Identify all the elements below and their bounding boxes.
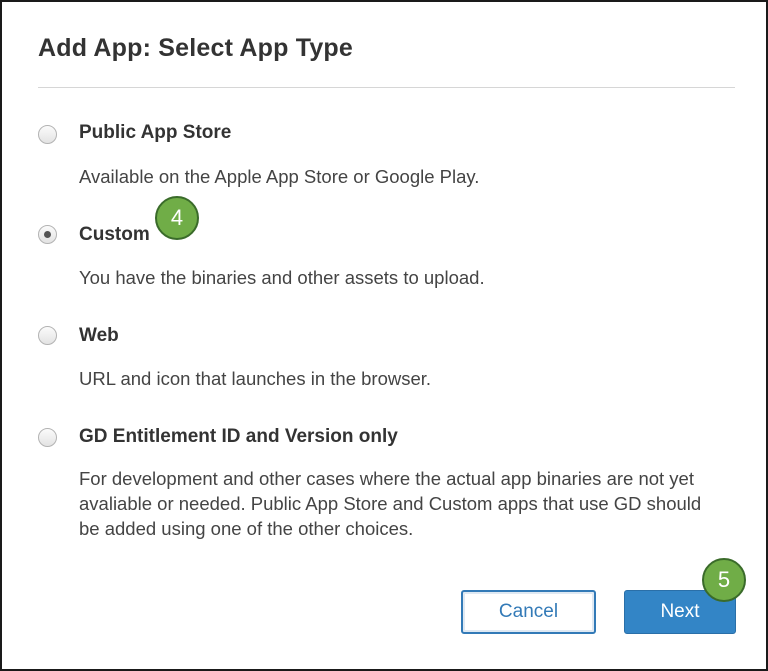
option-description: Available on the Apple App Store or Goog… <box>79 166 480 187</box>
cancel-button[interactable]: Cancel <box>461 590 596 634</box>
dialog-title: Add App: Select App Type <box>38 34 353 62</box>
radio-gd-entitlement[interactable] <box>38 428 57 447</box>
option-description: You have the binaries and other assets t… <box>79 267 485 288</box>
radio-web[interactable] <box>38 326 57 345</box>
option-label[interactable]: Web <box>79 325 119 347</box>
option-label[interactable]: GD Entitlement ID and Version only <box>79 426 398 448</box>
dialog: Add App: Select App Type Public App Stor… <box>0 0 768 671</box>
title-divider <box>38 87 735 88</box>
option-label[interactable]: Public App Store <box>79 122 231 144</box>
radio-custom[interactable] <box>38 225 57 244</box>
option-label[interactable]: Custom <box>79 224 150 246</box>
radio-public-app-store[interactable] <box>38 125 57 144</box>
step-callout-4: 4 <box>155 196 199 240</box>
option-description: For development and other cases where th… <box>79 468 702 539</box>
option-description: URL and icon that launches in the browse… <box>79 368 432 389</box>
step-callout-5: 5 <box>702 558 746 602</box>
